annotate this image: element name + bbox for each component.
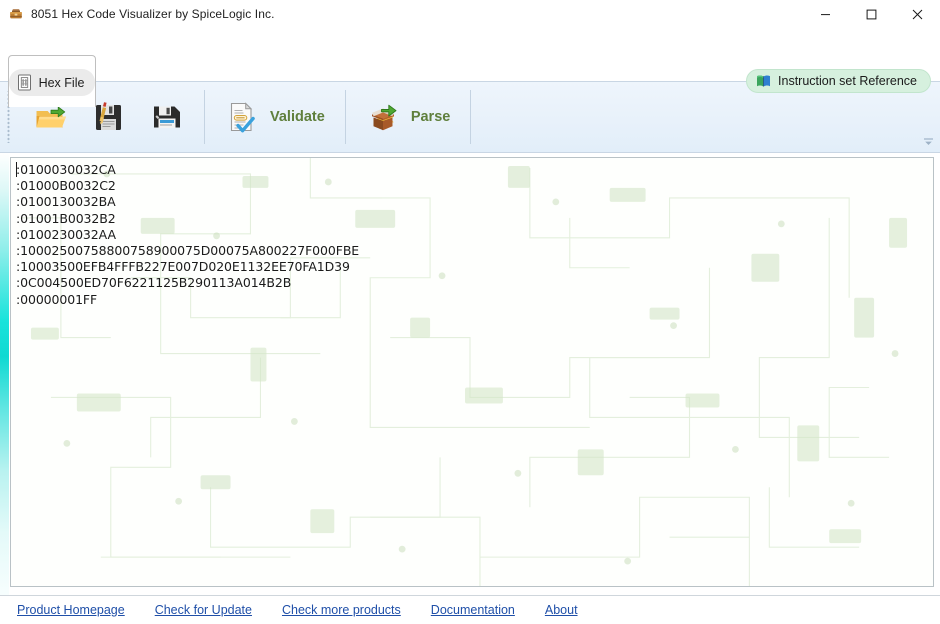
- tab-strip: Hex File Instruction set Reference: [0, 28, 940, 107]
- hex-content: :0100030032CA :01000B0032C2 :0100130032B…: [11, 158, 933, 308]
- toolbar-separator-3: [470, 90, 472, 144]
- hex-line: :0100030032CA: [16, 162, 116, 177]
- instruction-set-reference-button[interactable]: Instruction set Reference: [746, 69, 931, 93]
- editor-area: :0100030032CA :01000B0032C2 :0100130032B…: [0, 153, 940, 595]
- chevron-down-icon[interactable]: [920, 135, 936, 149]
- link-about[interactable]: About: [545, 603, 578, 617]
- tab-hex-file-label: Hex File: [38, 75, 85, 90]
- validate-button[interactable]: Validate: [215, 95, 335, 139]
- maximize-button[interactable]: [848, 0, 894, 28]
- validate-document-icon: [225, 100, 259, 134]
- tab-hex-file[interactable]: Hex File: [8, 55, 96, 107]
- save-edit-icon: [92, 100, 126, 134]
- link-check-more-products[interactable]: Check more products: [282, 603, 401, 617]
- window-controls: [802, 0, 940, 28]
- parse-label: Parse: [410, 109, 451, 125]
- instruction-set-reference-label: Instruction set Reference: [778, 74, 917, 88]
- link-documentation[interactable]: Documentation: [431, 603, 515, 617]
- parse-button[interactable]: Parse: [356, 95, 461, 139]
- parse-box-icon: [366, 100, 400, 134]
- hex-line: :01000B0032C2: [16, 178, 116, 194]
- window-title: 8051 Hex Code Visualizer by SpiceLogic I…: [31, 7, 275, 21]
- save-as-icon: [150, 100, 184, 134]
- link-product-homepage[interactable]: Product Homepage: [17, 603, 125, 617]
- toolbar-validate-group: Validate: [205, 82, 345, 152]
- close-button[interactable]: [894, 0, 940, 28]
- hex-line: :00000001FF: [16, 291, 98, 307]
- minimize-button[interactable]: [802, 0, 848, 28]
- title-bar: 8051 Hex Code Visualizer by SpiceLogic I…: [0, 0, 940, 28]
- hex-line: :0100230032AA: [16, 226, 116, 242]
- hex-line: :0100130032BA: [16, 194, 116, 210]
- status-bar: Product Homepage Check for Update Check …: [0, 595, 940, 624]
- hex-file-icon: [17, 74, 32, 91]
- toolbar-parse-group: Parse: [346, 82, 471, 152]
- hex-line: :01001B0032B2: [16, 210, 116, 226]
- hex-line: :0C004500ED70F6221125B290113A014B2B: [16, 275, 292, 291]
- toolbox-icon: [8, 6, 24, 22]
- book-icon: [756, 74, 771, 88]
- hex-text-editor[interactable]: :0100030032CA :01000B0032C2 :0100130032B…: [10, 157, 934, 587]
- tab-hex-file-inner: Hex File: [8, 69, 96, 96]
- save-as-button[interactable]: [140, 95, 194, 139]
- hex-line: :10002500758800758900075D00075A800227F00…: [16, 243, 360, 259]
- text-caret: [16, 162, 17, 177]
- application-window: 8051 Hex Code Visualizer by SpiceLogic I…: [0, 0, 940, 624]
- accent-strip: [0, 153, 9, 595]
- hex-line: :10003500EFB4FFFB227E007D020E1132EE70FA1…: [16, 259, 350, 275]
- validate-label: Validate: [270, 109, 325, 125]
- link-check-for-update[interactable]: Check for Update: [155, 603, 252, 617]
